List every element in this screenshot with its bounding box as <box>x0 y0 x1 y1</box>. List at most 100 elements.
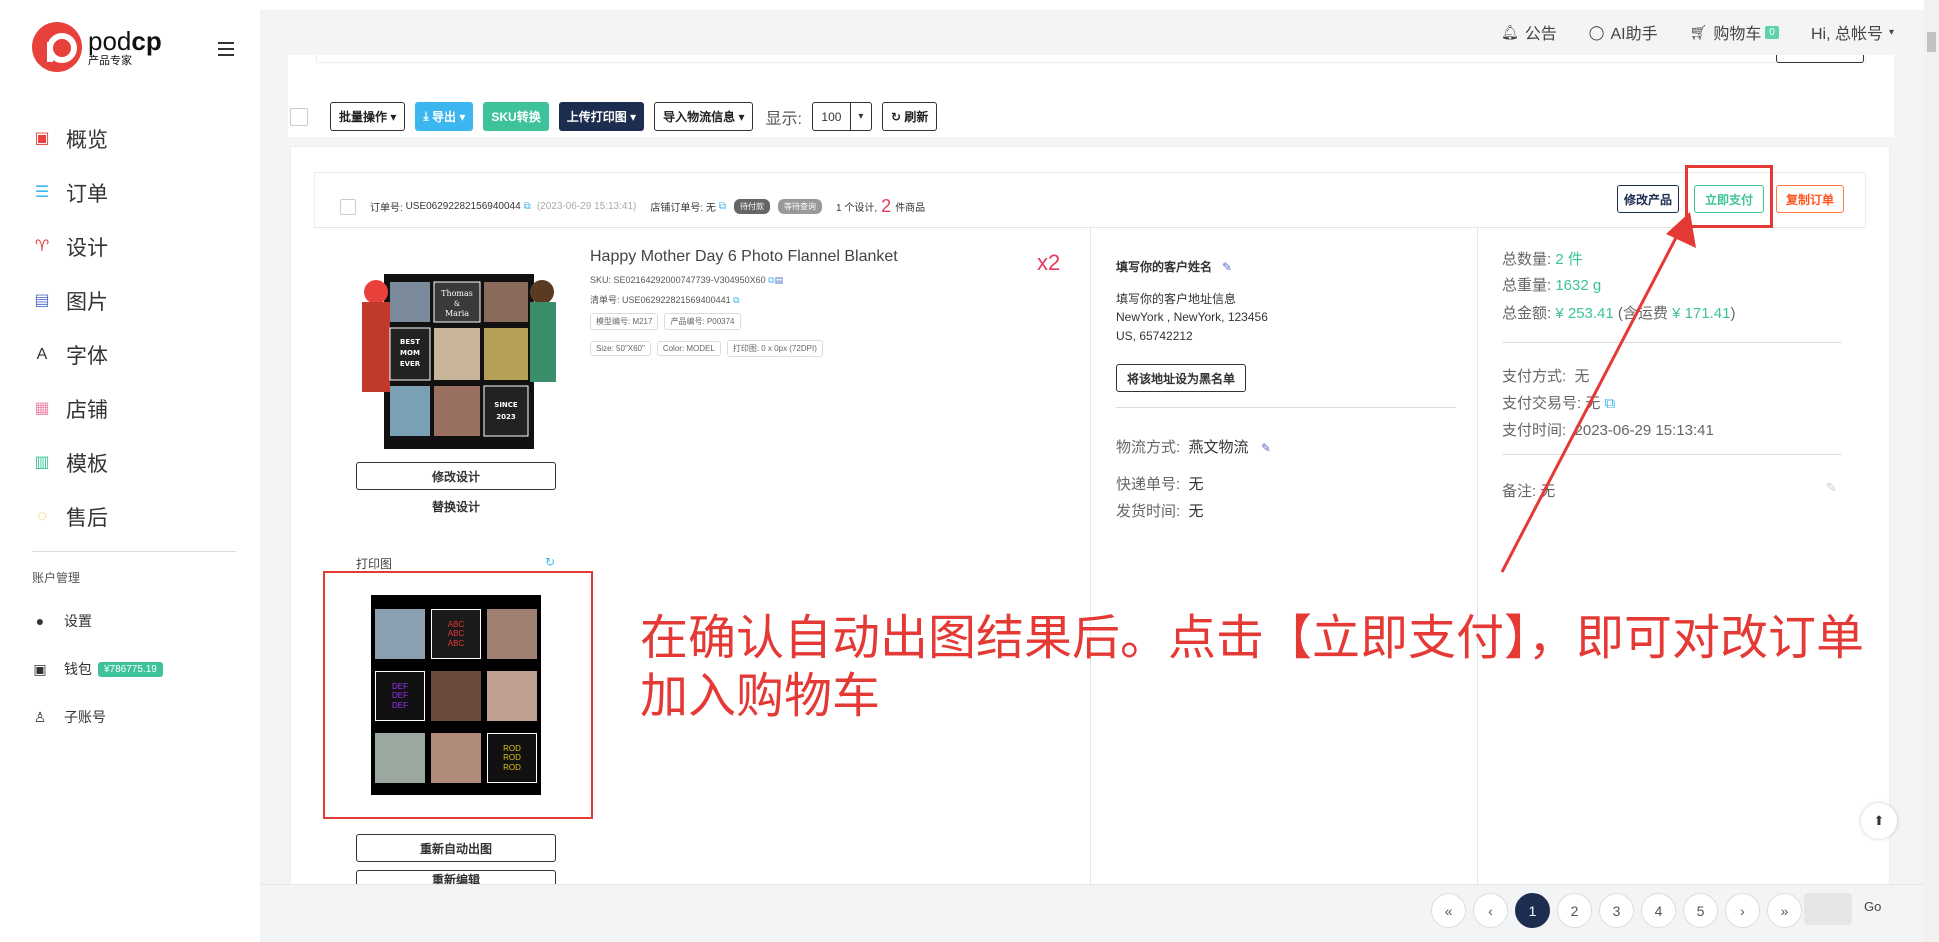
blanket-text: & <box>454 300 460 308</box>
sidebar-item-list[interactable]: ☰ 订单 <box>32 166 242 220</box>
notice-link[interactable]: 🔔︎ 公告 <box>1501 20 1557 44</box>
copy-order-button[interactable]: 复制订单 <box>1776 185 1844 213</box>
cart-count-badge: 0 <box>1765 25 1779 39</box>
podcp-logo-icon <box>32 22 82 72</box>
search-panel-edge <box>316 55 1866 63</box>
page-3-button[interactable]: 3 <box>1599 893 1634 928</box>
sidebar-item-shirt[interactable]: ♈ 设计 <box>32 220 242 274</box>
sidebar-item-sub-accounts[interactable]: ♙ 子账号 <box>32 693 242 741</box>
sidebar-item-monitor[interactable]: ▣ 概览 <box>32 112 242 166</box>
cart-link[interactable]: 🛒︎ 购物车 0 <box>1690 20 1779 44</box>
user-icon: ● <box>35 613 45 629</box>
order-time: (2023-06-29 15:13:41) <box>536 201 637 212</box>
print-image: ABC ABC ABC DEF DEF DEF ROD ROD ROD <box>371 595 541 795</box>
ai-assistant-link[interactable]: ◯ AI助手 <box>1589 20 1658 44</box>
regenerate-button[interactable]: 重新自动出图 <box>356 834 556 862</box>
refresh-button[interactable]: ↻ 刷新 <box>881 102 938 131</box>
export-button[interactable]: ⤓ 导出 ▾ <box>415 102 474 131</box>
blanket-text: EVER <box>400 360 421 368</box>
print-cell-text: ROD <box>503 762 521 772</box>
product-image: Thomas & Maria BEST MOM EVER SINCE 2023 <box>362 274 556 449</box>
sidebar-item-template[interactable]: ▥ 模板 <box>32 436 242 490</box>
pencil-icon[interactable]: ✎ <box>1826 480 1837 496</box>
next-page-button[interactable]: › <box>1725 893 1760 928</box>
user-menu[interactable]: Hi, 总帐号 ▾ <box>1811 20 1894 44</box>
print-image-label: 打印图 <box>356 557 393 571</box>
product-number-tag: 产品编号: P00374 <box>664 313 741 330</box>
wallet-balance-badge: ¥786775.19 <box>98 661 163 677</box>
print-cell <box>375 733 425 783</box>
order-header-info: 订单号: USE06292282156940044 ⧉ (2023-06-29 … <box>340 196 925 217</box>
select-all-checkbox[interactable] <box>290 107 308 126</box>
copy-icon[interactable]: ⧉ <box>719 201 726 212</box>
page-size-select[interactable]: 100 ▾ <box>811 102 872 131</box>
print-cell-text: DEF <box>392 681 408 691</box>
brand-name: podcp <box>88 25 162 56</box>
last-page-button[interactable]: » <box>1767 893 1802 928</box>
edit-icon[interactable]: ✎ <box>1261 441 1271 455</box>
shirt-icon: ♈ <box>34 238 50 255</box>
edit-product-button[interactable]: 修改产品 <box>1617 185 1679 213</box>
page-jump-input[interactable] <box>1804 893 1852 925</box>
scrollbar-thumb[interactable] <box>1927 32 1936 52</box>
copy-icon: ⧉ <box>733 295 740 305</box>
print-cell-text: ROD <box>503 753 521 763</box>
print-cell <box>487 609 537 659</box>
chat-icon: ◌ <box>37 508 47 525</box>
first-page-button[interactable]: « <box>1431 893 1466 928</box>
batch-ops-button[interactable]: 批量操作 ▾ <box>330 102 406 131</box>
sidebar-item-label: 售后 <box>66 507 108 530</box>
status-badge-waiting: 等待查询 <box>778 199 823 214</box>
product-attributes: Size: 50"X60" Color: MODEL 打印图: 0 x 0px (7… <box>590 340 829 357</box>
ai-icon: ◯ <box>1588 23 1605 40</box>
sub-account-icon: ♙ <box>33 708 47 725</box>
blacklist-address-button[interactable]: 将该地址设为黑名单 <box>1116 364 1246 392</box>
sidebar-item-label: 字体 <box>66 345 108 368</box>
print-cell: ROD ROD ROD <box>487 733 537 783</box>
print-cell-text: ROD <box>503 743 521 753</box>
print-cell-text: ABC <box>447 619 465 629</box>
prev-page-button[interactable]: ‹ <box>1473 893 1508 928</box>
page-go-button[interactable]: Go <box>1864 899 1881 914</box>
sidebar-item-font[interactable]: A 字体 <box>32 328 242 382</box>
page-scrollbar[interactable] <box>1924 0 1939 942</box>
edit-design-button[interactable]: 修改设计 <box>356 462 556 490</box>
page-5-button[interactable]: 5 <box>1683 893 1718 928</box>
sidebar: podcp 产品专家 ▣ 概览 ☰ 订单 ♈ 设计 ▤ 图片 A 字体 ▦ 店铺 ▥ 模板 ◌ 售后 账户管理… <box>0 0 260 942</box>
sidebar-item-chat[interactable]: ◌ 售后 <box>32 490 242 544</box>
page-2-button[interactable]: 2 <box>1557 893 1592 928</box>
product-title[interactable]: Happy Mother Day 6 Photo Flannel Blanket <box>590 248 898 266</box>
sidebar-item-settings[interactable]: ● 设置 <box>32 597 242 645</box>
print-cell-text: DEF <box>392 700 408 710</box>
product-sku: SKU: SE02164292000747739-V304950X60 ⧉▤ <box>590 275 784 285</box>
sidebar-item-store[interactable]: ▦ 店铺 <box>32 382 242 436</box>
menu-toggle-icon[interactable] <box>218 42 234 56</box>
replace-design-link[interactable]: 替换设计 <box>356 498 556 515</box>
size-tag: Size: 50"X60" <box>590 341 651 356</box>
tracking-number: 快递单号: 无 <box>1116 476 1204 493</box>
customer-name[interactable]: 填写你的客户姓名 ✎ <box>1116 258 1232 275</box>
shipping-method: 物流方式: 燕文物流 ✎ <box>1116 439 1272 456</box>
brand-logo[interactable]: podcp 产品专家 <box>32 22 162 72</box>
page-4-button[interactable]: 4 <box>1641 893 1676 928</box>
scroll-top-button[interactable]: ⬆ <box>1861 803 1897 839</box>
search-button-edge[interactable] <box>1776 55 1864 63</box>
copy-icon[interactable]: ⧉ <box>524 201 531 212</box>
import-logistics-button[interactable]: 导入物流信息 ▾ <box>654 102 754 131</box>
sidebar-item-image[interactable]: ▤ 图片 <box>32 274 242 328</box>
sidebar-item-wallet[interactable]: ▣ 钱包 ¥786775.19 <box>32 645 242 693</box>
order-checkbox[interactable] <box>340 198 356 215</box>
print-cell-text: ABC <box>447 629 465 639</box>
page-1-button[interactable]: 1 <box>1515 893 1550 928</box>
product-quantity: x2 <box>1037 250 1061 275</box>
reedit-button[interactable]: 重新编辑 <box>356 870 556 884</box>
sku-convert-button[interactable]: SKU转换 <box>483 102 549 131</box>
address-line-1: NewYork , NewYork, 123456 <box>1116 310 1268 324</box>
item-count: 2 <box>881 196 892 216</box>
edit-icon: ✎ <box>1222 260 1233 274</box>
print-cell: DEF DEF DEF <box>375 671 425 721</box>
upload-print-button[interactable]: 上传打印图 ▾ <box>558 102 645 131</box>
model-number-tag: 模型编号: M217 <box>590 313 659 330</box>
print-size-tag: 打印图: 0 x 0px (72DPI) <box>726 340 823 357</box>
refresh-icon[interactable]: ↻ <box>545 555 555 569</box>
